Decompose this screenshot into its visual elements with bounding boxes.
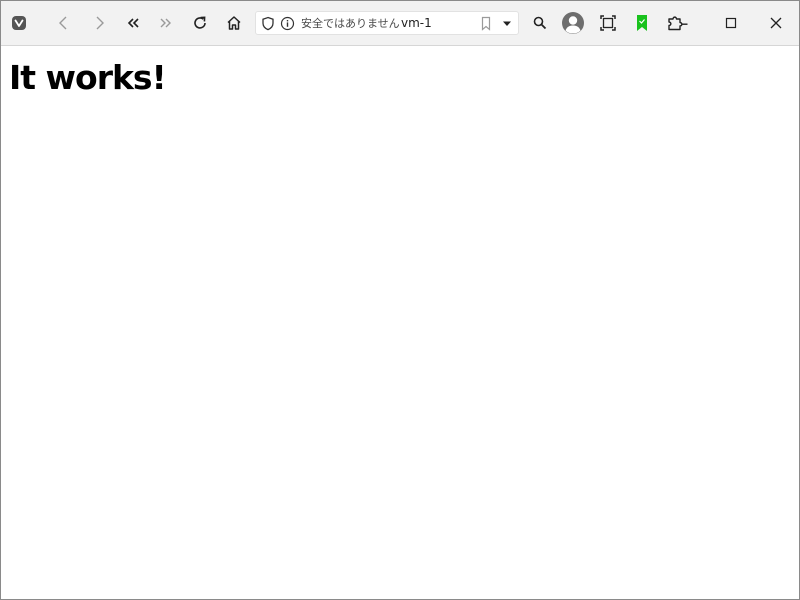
info-icon[interactable] [280, 16, 295, 31]
reload-button[interactable] [187, 10, 213, 36]
vivaldi-menu-button[interactable] [6, 10, 32, 36]
browser-window: 安全ではありません vm-1 It works! [0, 0, 800, 600]
maximize-icon [725, 17, 737, 29]
capture-icon [600, 15, 616, 31]
green-bookmark-icon [637, 15, 647, 31]
forward-button[interactable] [86, 10, 112, 36]
search-icon [533, 16, 547, 30]
profile-avatar-icon [562, 12, 584, 34]
vivaldi-menu-icon [12, 16, 26, 30]
browser-toolbar: 安全ではありません vm-1 [1, 1, 799, 46]
home-icon [227, 16, 241, 30]
double-chevron-left-icon [127, 18, 139, 28]
url-text[interactable]: vm-1 [401, 16, 432, 31]
double-chevron-right-icon [160, 18, 171, 28]
chevron-right-icon [96, 16, 104, 30]
profile-button[interactable] [560, 10, 586, 36]
home-button[interactable] [221, 10, 247, 36]
search-button[interactable] [527, 10, 553, 36]
extensions-button[interactable] [665, 10, 691, 36]
bookmark-panel-button[interactable] [629, 10, 655, 36]
caret-down-icon[interactable] [500, 16, 514, 31]
maximize-button[interactable] [718, 10, 744, 36]
back-button[interactable] [51, 10, 77, 36]
rewind-button[interactable] [120, 10, 146, 36]
security-status-label[interactable]: 安全ではありません [301, 16, 400, 31]
reload-icon [194, 16, 206, 29]
fast-forward-button[interactable] [153, 10, 179, 36]
puzzle-icon [668, 16, 688, 31]
capture-button[interactable] [595, 10, 621, 36]
bookmark-icon[interactable] [480, 16, 492, 31]
close-button[interactable] [763, 10, 789, 36]
address-bar[interactable]: 安全ではありません vm-1 [255, 11, 519, 35]
page-heading: It works! [9, 58, 167, 97]
chevron-left-icon [59, 16, 67, 30]
shield-icon[interactable] [261, 16, 275, 31]
close-icon [770, 17, 782, 29]
page-content: It works! [1, 46, 799, 599]
